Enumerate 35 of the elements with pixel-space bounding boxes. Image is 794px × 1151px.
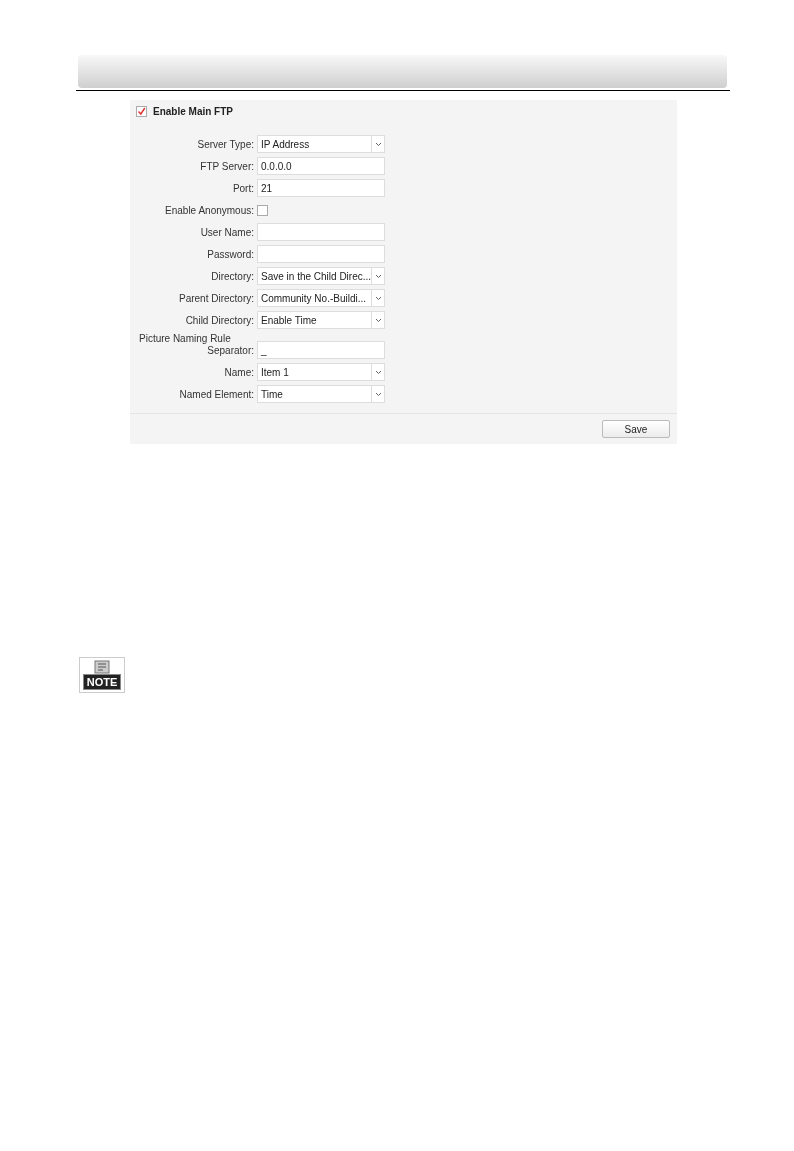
- checkbox-label: Enable Main FTP: [153, 106, 233, 117]
- field-label: Picture Naming Rule: [138, 332, 232, 344]
- note-icon: NOTE: [79, 657, 125, 693]
- field-label: Directory:: [210, 270, 255, 282]
- caret-icon: [371, 364, 384, 380]
- dropdown[interactable]: Community No.-Buildi...: [257, 289, 385, 307]
- field-label: Enable Anonymous:: [164, 204, 255, 216]
- field-label: Child Directory:: [184, 314, 255, 326]
- field-label: Server Type:: [196, 138, 255, 150]
- field-label: Separator:: [206, 344, 255, 356]
- field-label: Password:: [206, 248, 255, 260]
- field-label: Port:: [231, 182, 255, 194]
- dropdown[interactable]: Save in the Child Direc...: [257, 267, 385, 285]
- caret-icon: [371, 290, 384, 306]
- input-field[interactable]: 21: [257, 179, 385, 197]
- caret-icon: [371, 136, 384, 152]
- checkbox[interactable]: [257, 204, 268, 216]
- caret-icon: [371, 386, 384, 402]
- field-label: Name:: [223, 366, 255, 378]
- field-label: FTP Server:: [199, 160, 255, 172]
- field-label: Parent Directory:: [177, 292, 255, 304]
- input-field[interactable]: _: [257, 341, 385, 359]
- input-field[interactable]: 0.0.0.0: [257, 157, 385, 175]
- input-field[interactable]: [257, 245, 385, 263]
- dropdown[interactable]: Item 1: [257, 363, 385, 381]
- dropdown[interactable]: Time: [257, 385, 385, 403]
- caret-icon: [371, 312, 384, 328]
- save-button[interactable]: Save: [602, 420, 670, 438]
- field-label: Named Element:: [178, 388, 255, 400]
- dropdown[interactable]: Enable Time: [257, 311, 385, 329]
- field-label: User Name:: [199, 226, 255, 238]
- input-field[interactable]: [257, 223, 385, 241]
- caret-icon: [371, 268, 384, 284]
- checkbox[interactable]: [136, 106, 147, 117]
- dropdown[interactable]: IP Address: [257, 135, 385, 153]
